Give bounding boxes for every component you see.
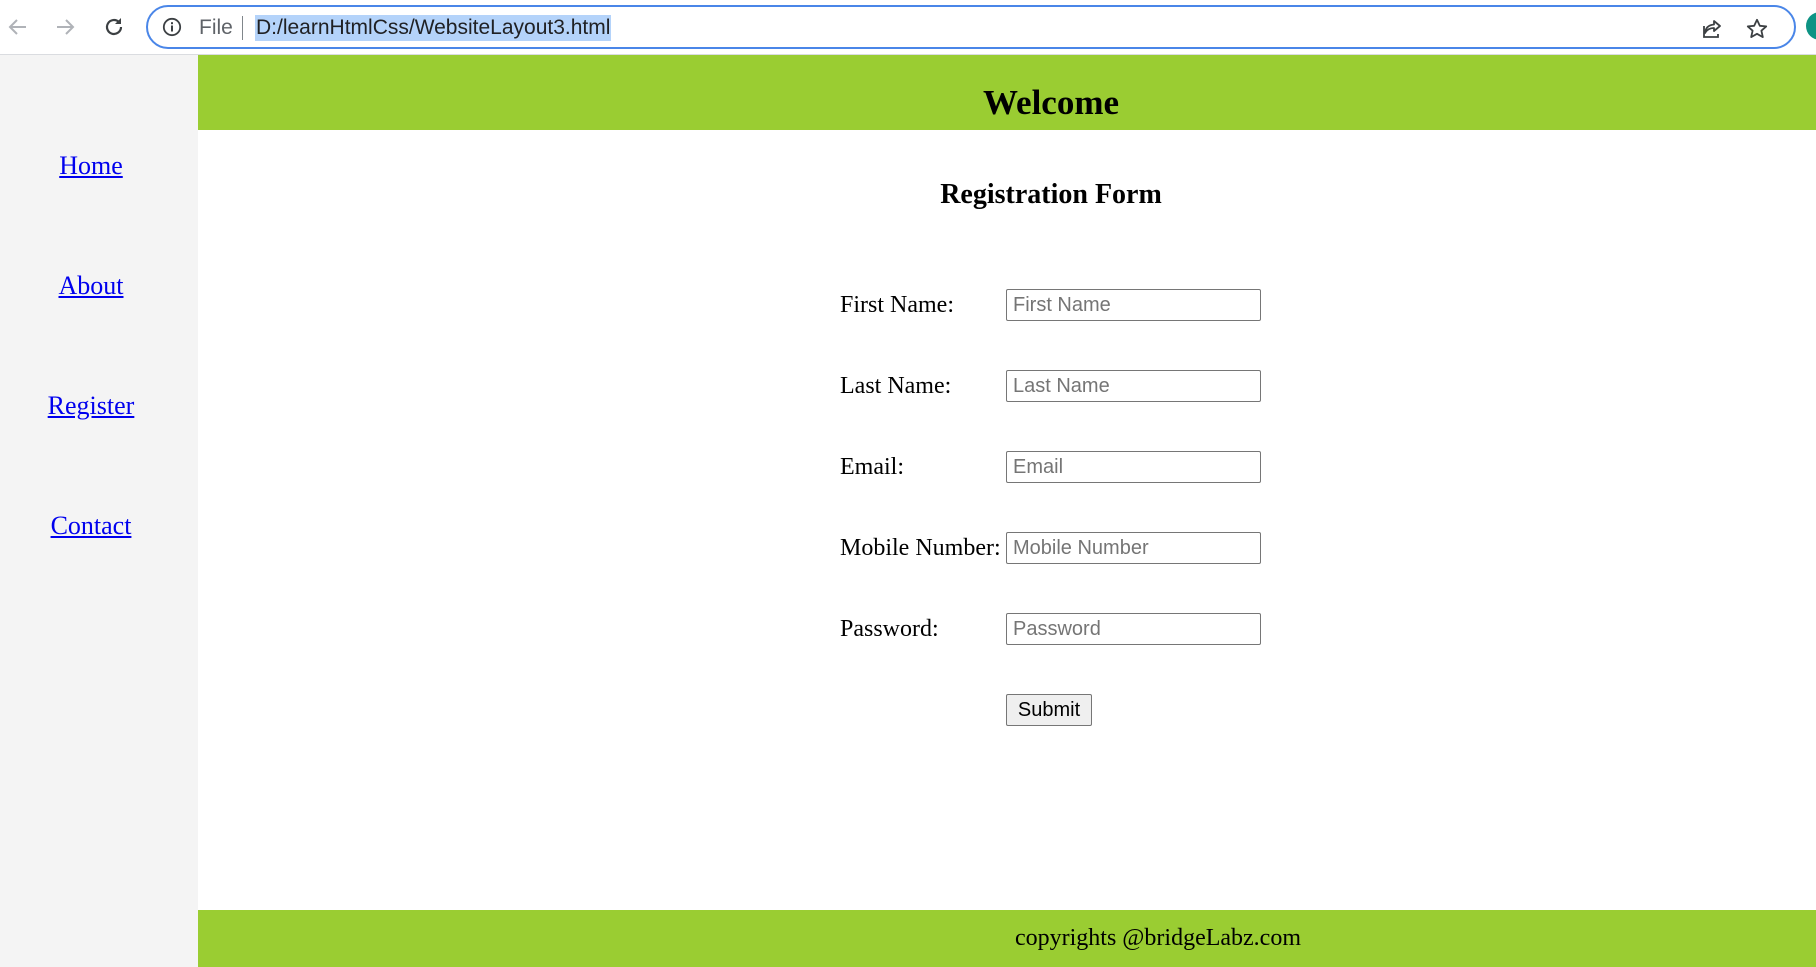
sidebar-nav: Home About Register Contact — [0, 55, 198, 967]
back-arrow-icon — [8, 19, 26, 35]
sidebar-link-home[interactable]: Home — [0, 151, 182, 181]
registration-form-title: Registration Form — [940, 179, 1162, 210]
forward-button[interactable] — [49, 11, 81, 43]
bookmark-star-icon[interactable] — [1745, 17, 1769, 41]
email-label: Email: — [840, 454, 904, 480]
forward-arrow-icon — [57, 19, 75, 35]
welcome-title: Welcome — [982, 83, 1120, 122]
scheme-label: File — [199, 16, 233, 39]
email-input[interactable] — [1006, 451, 1261, 483]
password-label: Password: — [840, 616, 939, 642]
sidebar-link-about[interactable]: About — [0, 271, 182, 301]
first-name-label: First Name: — [840, 292, 954, 318]
mobile-number-input[interactable] — [1006, 532, 1261, 564]
reload-button[interactable] — [98, 11, 130, 43]
password-input[interactable] — [1006, 613, 1261, 645]
info-icon[interactable] — [162, 17, 182, 37]
profile-avatar[interactable] — [1806, 12, 1816, 40]
first-name-input[interactable] — [1006, 289, 1261, 321]
last-name-input[interactable] — [1006, 370, 1261, 402]
last-name-label: Last Name: — [840, 373, 952, 399]
submit-button[interactable]: Submit — [1006, 694, 1092, 726]
address-separator — [242, 16, 243, 40]
share-icon[interactable] — [1700, 17, 1724, 41]
mobile-number-label: Mobile Number: — [840, 535, 1001, 561]
reload-icon — [105, 18, 123, 36]
welcome-banner: Welcome — [198, 55, 1816, 130]
sidebar-link-register[interactable]: Register — [0, 391, 182, 421]
address-bar[interactable]: File D:/learnHtmlCss/WebsiteLayout3.html — [146, 5, 1796, 49]
back-button[interactable] — [2, 11, 34, 43]
url-text[interactable]: D:/learnHtmlCss/WebsiteLayout3.html — [255, 15, 612, 41]
footer-bar: copyrights @bridgeLabz.com — [198, 910, 1816, 967]
browser-toolbar: File D:/learnHtmlCss/WebsiteLayout3.html — [0, 0, 1816, 55]
copyright-text: copyrights @bridgeLabz.com — [1014, 925, 1302, 951]
sidebar-link-contact[interactable]: Contact — [0, 511, 182, 541]
